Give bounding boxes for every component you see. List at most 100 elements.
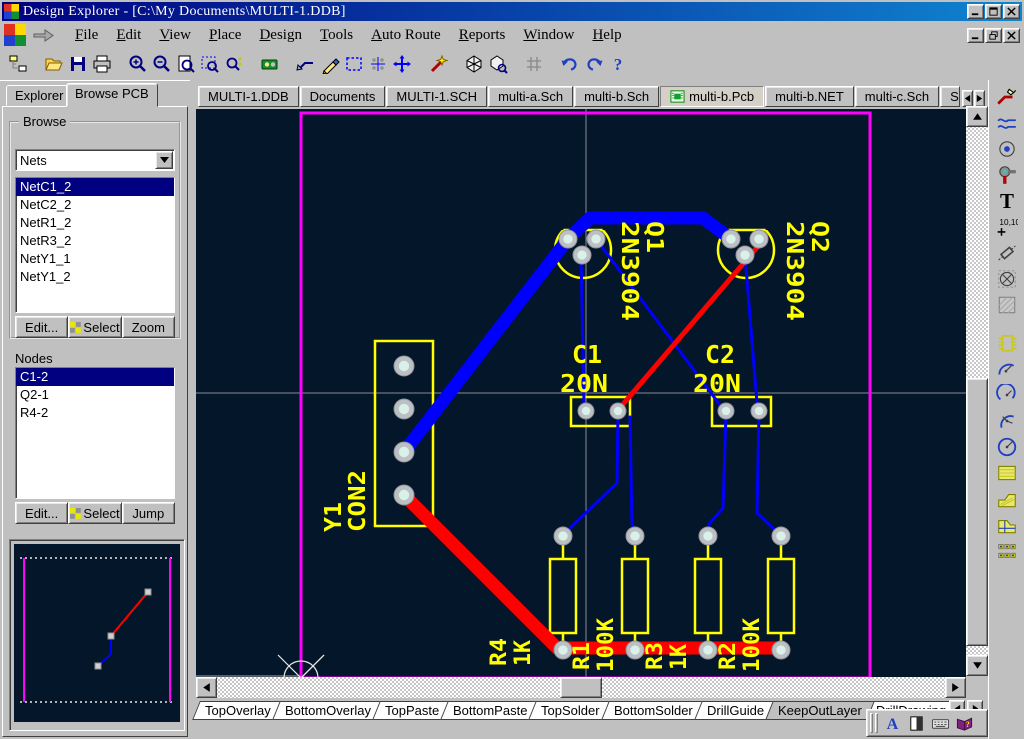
doc-tab-multi-b.net[interactable]: multi-b.NET xyxy=(765,86,854,107)
document-icon[interactable] xyxy=(4,24,26,46)
doc-tab-multi-1.ddb[interactable]: MULTI-1.DDB xyxy=(198,86,299,107)
menu-place[interactable]: Place xyxy=(200,24,250,47)
arc-center-icon[interactable] xyxy=(994,382,1020,408)
multi-track-icon[interactable] xyxy=(994,110,1020,136)
polyhedron-icon[interactable] xyxy=(462,52,486,76)
save-icon[interactable] xyxy=(66,52,90,76)
select-area-icon[interactable] xyxy=(342,52,366,76)
menu-design[interactable]: Design xyxy=(250,24,311,47)
zoom-in-icon[interactable] xyxy=(126,52,150,76)
board-preview[interactable] xyxy=(9,539,185,731)
layer-tab-topoverlay[interactable]: TopOverlay xyxy=(192,701,283,720)
menu-edit[interactable]: Edit xyxy=(107,24,150,47)
scroll-right-button[interactable] xyxy=(945,677,966,698)
doc-tabs-scroll-left[interactable] xyxy=(962,90,973,107)
nodes-edit-button[interactable]: Edit... xyxy=(15,502,68,524)
net-item-netc1_2[interactable]: NetC1_2 xyxy=(16,178,174,196)
layer-tab-toppaste[interactable]: TopPaste xyxy=(372,701,452,720)
string-text-icon[interactable]: T xyxy=(994,188,1020,214)
doc-tab-sheet1.sch[interactable]: Sheet1.Sch xyxy=(940,86,960,107)
menu-auto-route[interactable]: Auto Route xyxy=(362,24,450,47)
panel-split-icon[interactable] xyxy=(904,712,928,734)
layer-tab-bottomsolder[interactable]: BottomSolder xyxy=(601,701,705,720)
nodes-jump-button[interactable]: Jump xyxy=(122,502,175,524)
nodes-select-button[interactable]: Select xyxy=(68,502,121,524)
doc-tab-multi-1.sch[interactable]: MULTI-1.SCH xyxy=(386,86,487,107)
child-close-button[interactable] xyxy=(1003,28,1020,43)
node-item-r4-2[interactable]: R4-2 xyxy=(16,404,174,422)
menu-help[interactable]: Help xyxy=(583,24,630,47)
deselect-icon[interactable] xyxy=(366,52,390,76)
split-plane-icon[interactable] xyxy=(994,512,1020,538)
dropdown-arrow-icon[interactable] xyxy=(155,151,173,169)
nodes-list[interactable]: C1-2Q2-1R4-2 xyxy=(15,367,175,499)
ic-component-icon[interactable] xyxy=(994,330,1020,356)
keyboard-icon[interactable] xyxy=(928,712,952,734)
wand-icon[interactable] xyxy=(426,52,450,76)
vscroll-thumb[interactable] xyxy=(966,378,988,646)
layer-tab-topsolder[interactable]: TopSolder xyxy=(529,701,613,720)
scroll-left-button[interactable] xyxy=(196,677,217,698)
fill-circle-icon[interactable] xyxy=(994,266,1020,292)
move-cross-icon[interactable] xyxy=(390,52,414,76)
grid-icon[interactable] xyxy=(522,52,546,76)
pencil-route-icon[interactable] xyxy=(318,52,342,76)
nets-select-button[interactable]: Select xyxy=(68,316,121,338)
layer-tab-bottompaste[interactable]: BottomPaste xyxy=(440,701,540,720)
full-circle-icon[interactable] xyxy=(994,434,1020,460)
maximize-button[interactable] xyxy=(985,4,1002,19)
net-item-nety1_1[interactable]: NetY1_1 xyxy=(16,250,174,268)
pad-icon[interactable] xyxy=(994,136,1020,162)
arc-edge-icon[interactable] xyxy=(994,356,1020,382)
child-minimize-button[interactable] xyxy=(967,28,984,43)
zoom-out-icon[interactable] xyxy=(150,52,174,76)
nets-list[interactable]: NetC1_2NetC2_2NetR1_2NetR3_2NetY1_1NetY1… xyxy=(15,177,175,313)
menu-reports[interactable]: Reports xyxy=(450,24,515,47)
doc-tab-multi-a.sch[interactable]: multi-a.Sch xyxy=(488,86,573,107)
doc-tab-multi-b.sch[interactable]: multi-b.Sch xyxy=(574,86,659,107)
net-item-netr1_2[interactable]: NetR1_2 xyxy=(16,214,174,232)
layer-tab-drillguide[interactable]: DrillGuide xyxy=(694,701,777,720)
route-track-icon[interactable] xyxy=(994,84,1020,110)
scroll-up-button[interactable] xyxy=(966,106,988,127)
room-icon[interactable] xyxy=(994,292,1020,318)
zoom-point-icon[interactable] xyxy=(222,52,246,76)
net-item-netr3_2[interactable]: NetR3_2 xyxy=(16,232,174,250)
node-item-q2-1[interactable]: Q2-1 xyxy=(16,386,174,404)
child-restore-button[interactable] xyxy=(985,28,1002,43)
tab-browse-pcb[interactable]: Browse PCB xyxy=(66,83,158,107)
pcb-canvas[interactable]: Q12N3904Q22N3904C120NC220NY1CON2R41KR110… xyxy=(196,109,966,677)
pad-array-icon[interactable] xyxy=(994,538,1020,564)
doc-tab-documents[interactable]: Documents xyxy=(300,86,386,107)
scroll-down-button[interactable] xyxy=(966,655,988,676)
redo-icon[interactable] xyxy=(582,52,606,76)
tab-explorer[interactable]: Explorer xyxy=(6,85,72,106)
net-item-netc2_2[interactable]: NetC2_2 xyxy=(16,196,174,214)
component-place-icon[interactable] xyxy=(994,240,1020,266)
print-icon[interactable] xyxy=(90,52,114,76)
doc-tab-multi-c.sch[interactable]: multi-c.Sch xyxy=(855,86,939,107)
undo-icon[interactable] xyxy=(558,52,582,76)
menu-window[interactable]: Window xyxy=(514,24,583,47)
fill-rect-icon[interactable] xyxy=(994,460,1020,486)
zoom-document-icon[interactable] xyxy=(174,52,198,76)
polygon-plane-icon[interactable] xyxy=(994,486,1020,512)
help-book-icon[interactable]: ? xyxy=(952,712,976,734)
route-mode-icon[interactable] xyxy=(294,52,318,76)
help-icon[interactable]: ? xyxy=(606,52,630,76)
explorer-tree-icon[interactable] xyxy=(6,52,30,76)
net-item-nety1_2[interactable]: NetY1_2 xyxy=(16,268,174,286)
zoom-area-icon[interactable] xyxy=(198,52,222,76)
layer-tab-keepoutlayer[interactable]: KeepOutLayer xyxy=(765,701,875,720)
polyhedron-zoom-icon[interactable] xyxy=(486,52,510,76)
nets-edit-button[interactable]: Edit... xyxy=(15,316,68,338)
via-icon[interactable] xyxy=(994,162,1020,188)
menu-file[interactable]: File xyxy=(66,24,107,47)
toolbar-grip[interactable] xyxy=(875,713,878,733)
menu-tools[interactable]: Tools xyxy=(311,24,362,47)
menu-view[interactable]: View xyxy=(150,24,200,47)
hscroll-thumb[interactable] xyxy=(560,677,602,698)
node-item-c1-2[interactable]: C1-2 xyxy=(16,368,174,386)
browse-mode-dropdown[interactable]: Nets xyxy=(15,149,175,171)
toolbar-grip[interactable] xyxy=(870,713,873,733)
